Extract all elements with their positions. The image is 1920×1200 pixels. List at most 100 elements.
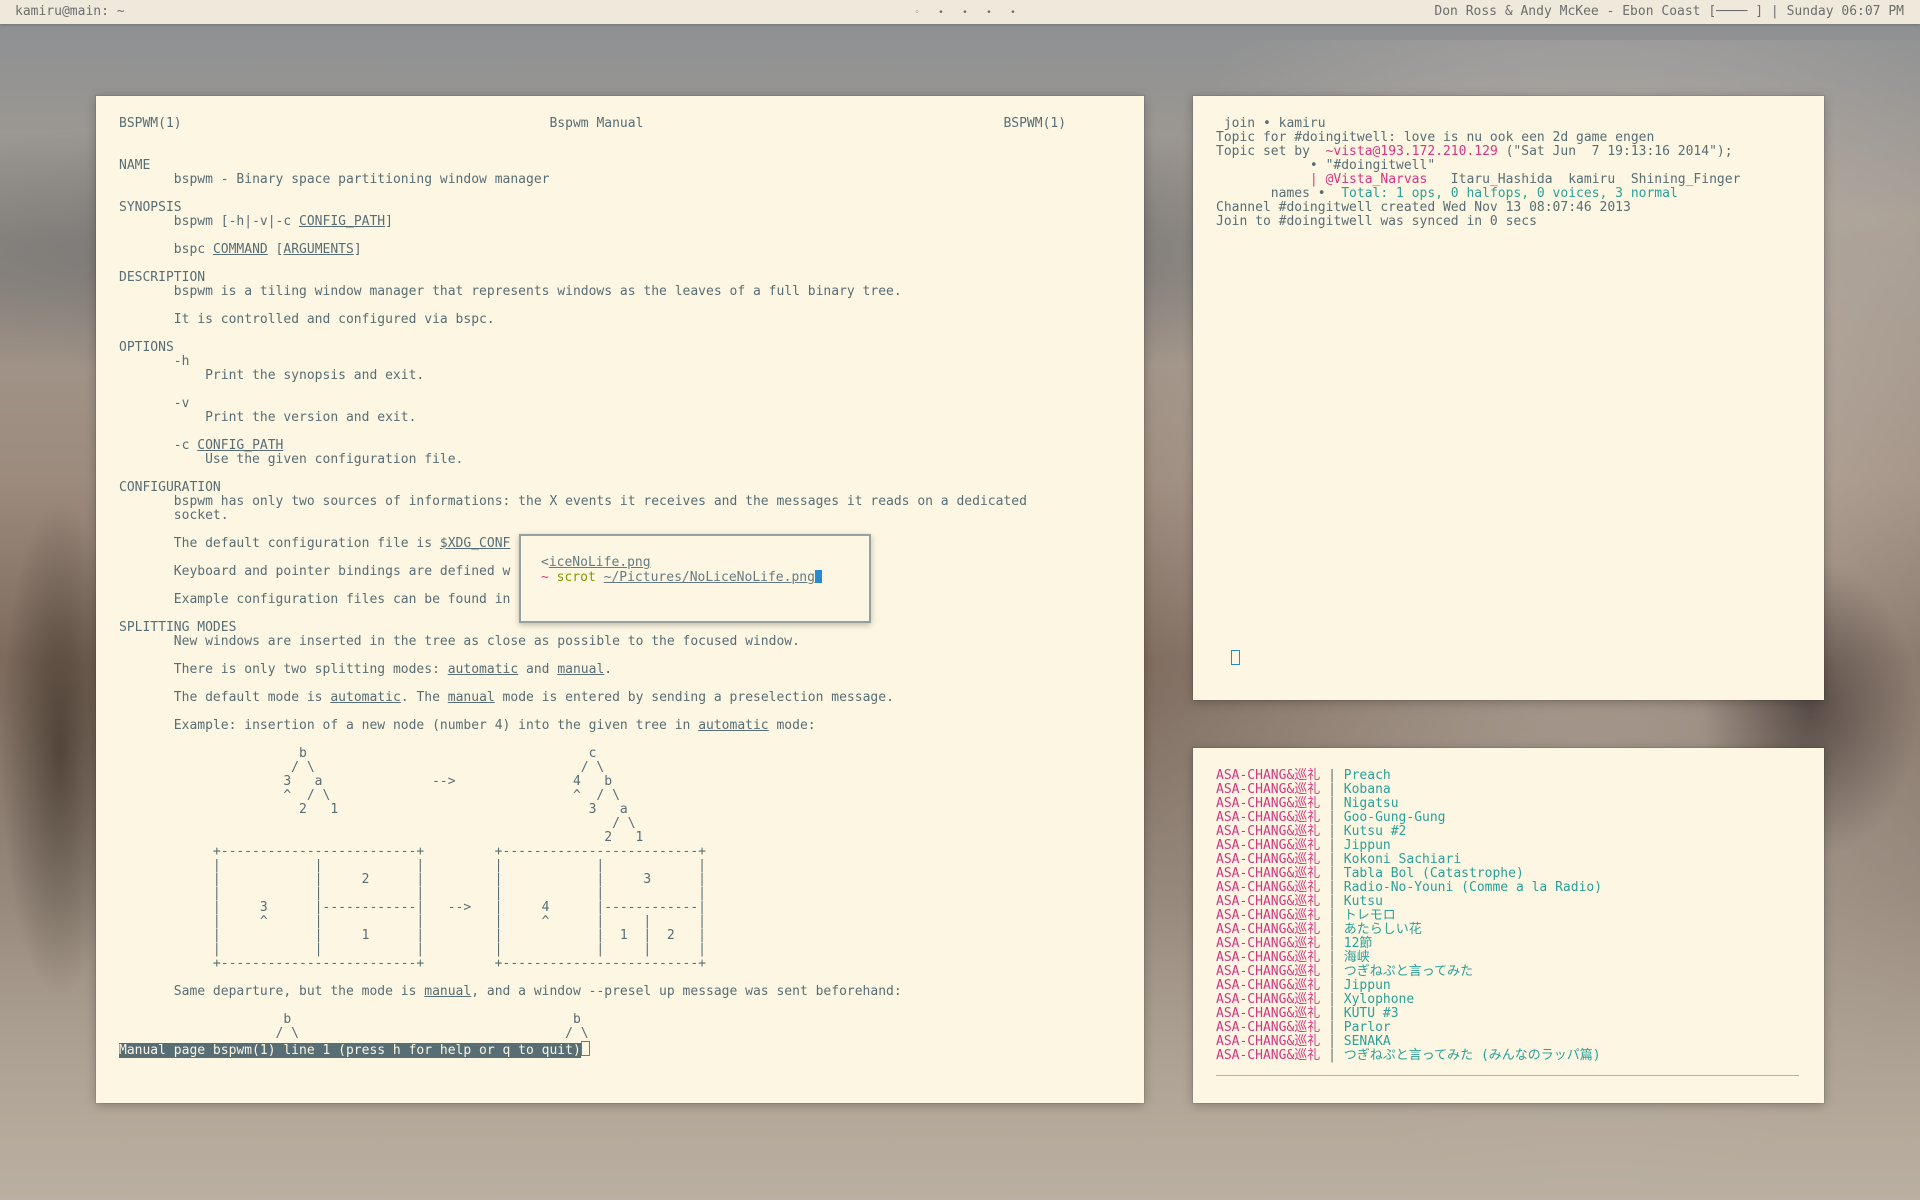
description-text: bspwm is a tiling window manager that re… bbox=[173, 284, 902, 299]
playlist-divider bbox=[1216, 1075, 1799, 1076]
configuration-text: The default configuration file is bbox=[173, 536, 440, 551]
playlist-row[interactable]: ASA-CHANG&巡礼 | あたらしい花 bbox=[1216, 923, 1602, 937]
workspace-indicator: ◦ • • • • bbox=[905, 0, 1025, 25]
playlist-row[interactable]: ASA-CHANG&巡礼 | Goo-Gung-Gung bbox=[1216, 811, 1602, 825]
scrollback-filename: iceNoLife.png bbox=[548, 555, 651, 570]
mode-ref: manual bbox=[557, 662, 605, 677]
now-playing-and-clock: Don Ross & Andy McKee - Ebon Coast [────… bbox=[1434, 4, 1904, 19]
mode-ref: manual bbox=[447, 690, 495, 705]
playlist-row[interactable]: ASA-CHANG&巡礼 | Kutsu bbox=[1216, 895, 1602, 909]
playlist-row[interactable]: ASA-CHANG&巡礼 | Kobana bbox=[1216, 783, 1602, 797]
column-separator: | bbox=[1320, 782, 1344, 797]
playlist-row[interactable]: ASA-CHANG&巡礼 | Jippun bbox=[1216, 839, 1602, 853]
irc-channel-created: Channel #doingitwell created Wed Nov 13 … bbox=[1216, 200, 1631, 215]
track-artist: ASA-CHANG&巡礼 bbox=[1216, 936, 1321, 951]
playlist-row[interactable]: ASA-CHANG&巡礼 | Jippun bbox=[1216, 979, 1602, 993]
playlist-row[interactable]: ASA-CHANG&巡礼 | Preach bbox=[1216, 769, 1602, 783]
synopsis-arguments-arg: ARGUMENTS bbox=[283, 242, 354, 257]
playlist-row[interactable]: ASA-CHANG&巡礼 | 海峡 bbox=[1216, 951, 1602, 965]
splitting-text: , and a window --presel up message was s… bbox=[471, 984, 902, 999]
playlist: ASA-CHANG&巡礼 | Preach ASA-CHANG&巡礼 | Koba… bbox=[1216, 769, 1602, 1063]
option-description: Print the version and exit. bbox=[205, 410, 417, 425]
synopsis-line-2: bspc bbox=[173, 242, 213, 257]
track-artist: ASA-CHANG&巡礼 bbox=[1216, 810, 1321, 825]
playlist-row[interactable]: ASA-CHANG&巡礼 | Parlor bbox=[1216, 1021, 1602, 1035]
workspace-dot-1[interactable]: ◦ bbox=[905, 1, 929, 25]
track-artist: ASA-CHANG&巡礼 bbox=[1216, 782, 1321, 797]
column-separator: | bbox=[1320, 1048, 1344, 1063]
playlist-row[interactable]: ASA-CHANG&巡礼 | つぎねぷと言ってみた bbox=[1216, 965, 1602, 979]
music-playlist-terminal[interactable]: ASA-CHANG&巡礼 | Preach ASA-CHANG&巡礼 | Koba… bbox=[1193, 748, 1824, 1103]
track-title: Kutsu bbox=[1343, 894, 1383, 909]
workspace-dot-3[interactable]: • bbox=[953, 1, 977, 25]
workspace-dot-4[interactable]: • bbox=[977, 1, 1001, 25]
column-separator: | bbox=[1320, 824, 1344, 839]
configuration-text: Example configuration files can be found… bbox=[173, 592, 511, 607]
irc-sync-line: Join to #doingitwell was synced in 0 sec… bbox=[1216, 214, 1537, 229]
floating-terminal-content: <iceNoLife.png ~ scrot ~/Pictures/NoLice… bbox=[541, 556, 822, 585]
column-separator: | bbox=[1320, 908, 1344, 923]
track-title: Tabla Bol (Catastrophe) bbox=[1343, 866, 1524, 881]
track-artist: ASA-CHANG&巡礼 bbox=[1216, 922, 1321, 937]
workspace-dot-2[interactable]: • bbox=[929, 1, 953, 25]
track-title: Preach bbox=[1343, 768, 1391, 783]
track-artist: ASA-CHANG&巡礼 bbox=[1216, 950, 1321, 965]
irc-topic-setter: Topic set by bbox=[1216, 144, 1326, 159]
section-configuration-heading: CONFIGURATION bbox=[119, 480, 221, 495]
configuration-text: socket. bbox=[173, 508, 229, 523]
option-arg: CONFIG_PATH bbox=[197, 438, 284, 453]
track-title: つぎねぷと言ってみた (みんなのラッパ篇) bbox=[1343, 1048, 1601, 1063]
splitting-text: mode is entered by sending a preselectio… bbox=[494, 690, 894, 705]
column-separator: | bbox=[1320, 810, 1344, 825]
playlist-row[interactable]: ASA-CHANG&巡礼 | トレモロ bbox=[1216, 909, 1602, 923]
track-title: Jippun bbox=[1343, 978, 1391, 993]
configuration-text: bspwm has only two sources of informatio… bbox=[173, 494, 1027, 509]
input-cursor[interactable] bbox=[1231, 650, 1240, 665]
playlist-row[interactable]: ASA-CHANG&巡礼 | KUTU #3 bbox=[1216, 1007, 1602, 1021]
playlist-row[interactable]: ASA-CHANG&巡礼 | Tabla Bol (Catastrophe) bbox=[1216, 867, 1602, 881]
mode-ref: manual bbox=[424, 984, 472, 999]
playlist-row[interactable]: ASA-CHANG&巡礼 | Radio-No-Youni (Comme a l… bbox=[1216, 881, 1602, 895]
irc-bullet: • bbox=[1216, 158, 1318, 173]
column-separator: | bbox=[1320, 894, 1344, 909]
column-separator: | bbox=[1320, 978, 1344, 993]
irc-nicklist-bar: | bbox=[1216, 172, 1318, 187]
column-separator: | bbox=[1320, 936, 1344, 951]
mode-ref: automatic bbox=[330, 690, 401, 705]
synopsis-bracket: [ bbox=[267, 242, 284, 257]
column-separator: | bbox=[1320, 992, 1344, 1007]
track-artist: ASA-CHANG&巡礼 bbox=[1216, 838, 1321, 853]
playlist-row[interactable]: ASA-CHANG&巡礼 | 12節 bbox=[1216, 937, 1602, 951]
playlist-row[interactable]: ASA-CHANG&巡礼 | つぎねぷと言ってみた (みんなのラッパ篇) bbox=[1216, 1049, 1602, 1063]
section-splitting-heading: SPLITTING MODES bbox=[119, 620, 237, 635]
column-separator: | bbox=[1320, 768, 1344, 783]
playlist-row[interactable]: ASA-CHANG&巡礼 | Nigatsu bbox=[1216, 797, 1602, 811]
track-title: Radio-No-Youni (Comme a la Radio) bbox=[1343, 880, 1603, 895]
irc-terminal[interactable]: join • kamiru Topic for #doingitwell: lo… bbox=[1193, 96, 1824, 700]
synopsis-line-1: bspwm [-h|-v|-c bbox=[173, 214, 300, 229]
option-flag: -v bbox=[173, 396, 190, 411]
track-title: Parlor bbox=[1343, 1020, 1391, 1035]
window-title: kamiru@main: ~ bbox=[15, 4, 125, 19]
splitting-text: . The bbox=[400, 690, 448, 705]
section-description-heading: DESCRIPTION bbox=[119, 270, 206, 285]
synopsis-command-arg: COMMAND bbox=[212, 242, 268, 257]
workspace-dot-5[interactable]: • bbox=[1001, 1, 1025, 25]
track-artist: ASA-CHANG&巡礼 bbox=[1216, 964, 1321, 979]
irc-nicklist: Itaru_Hashida kamiru Shining_Finger bbox=[1427, 172, 1741, 187]
column-separator: | bbox=[1320, 950, 1344, 965]
playlist-row[interactable]: ASA-CHANG&巡礼 | Kutsu #2 bbox=[1216, 825, 1602, 839]
playlist-row[interactable]: ASA-CHANG&巡礼 | Kokoni Sachiari bbox=[1216, 853, 1602, 867]
column-separator: | bbox=[1320, 838, 1344, 853]
name-text: bspwm - Binary space partitioning window… bbox=[173, 172, 550, 187]
playlist-row[interactable]: ASA-CHANG&巡礼 | SENAKA bbox=[1216, 1035, 1602, 1049]
track-title: トレモロ bbox=[1343, 908, 1396, 923]
playlist-row[interactable]: ASA-CHANG&巡礼 | Xylophone bbox=[1216, 993, 1602, 1007]
column-separator: | bbox=[1320, 852, 1344, 867]
track-title: 海峡 bbox=[1343, 950, 1370, 965]
track-title: SENAKA bbox=[1343, 1034, 1391, 1049]
track-title: 12節 bbox=[1343, 936, 1373, 951]
description-text: It is controlled and configured via bspc… bbox=[173, 312, 495, 327]
floating-terminal[interactable]: <iceNoLife.png ~ scrot ~/Pictures/NoLice… bbox=[519, 534, 871, 623]
column-separator: | bbox=[1320, 1034, 1344, 1049]
